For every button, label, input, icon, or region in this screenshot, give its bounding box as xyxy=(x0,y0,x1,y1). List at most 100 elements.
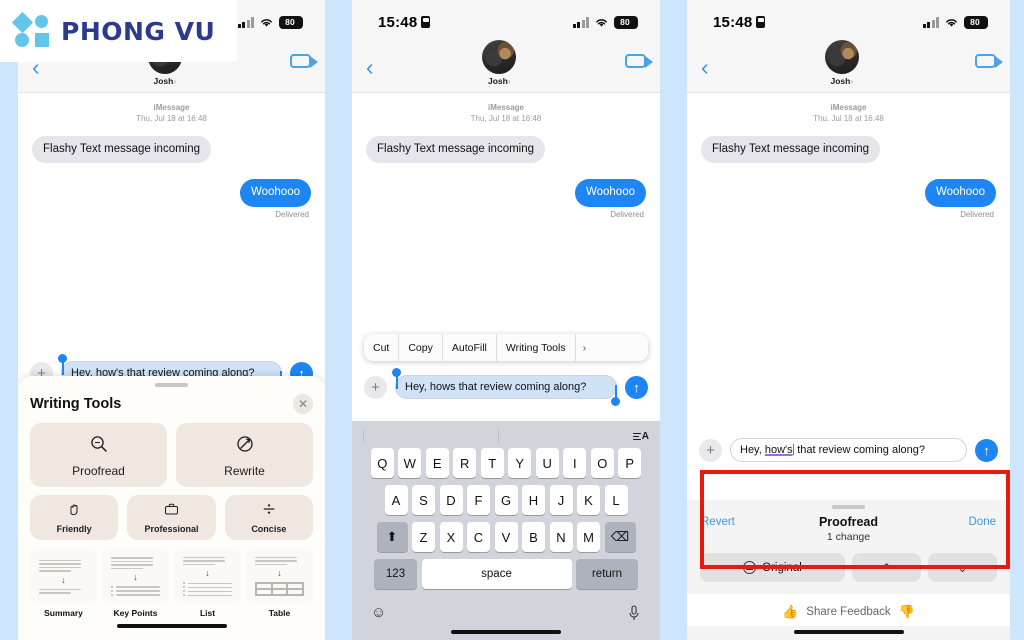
key-q[interactable]: Q xyxy=(370,448,394,478)
key-points-button[interactable]: ↓ Key Points xyxy=(102,548,169,618)
outgoing-bubble[interactable]: Woohooo xyxy=(574,179,646,208)
key-e[interactable]: E xyxy=(425,448,449,478)
incoming-bubble[interactable]: Flashy Text message incoming xyxy=(32,135,212,164)
send-button[interactable]: ↑ xyxy=(975,438,998,462)
proofread-suggestion-text[interactable]: how's xyxy=(765,444,793,456)
facetime-button[interactable] xyxy=(974,40,1003,68)
table-preview-icon: ↓ xyxy=(246,548,313,604)
writing-tools-tone-row: Friendly Professional Concise xyxy=(30,495,313,540)
outgoing-bubble[interactable]: Woohooo xyxy=(239,179,311,208)
keyboard-row-2: A S D F G H J K L xyxy=(355,485,657,515)
key-g[interactable]: G xyxy=(494,485,518,515)
key-s[interactable]: S xyxy=(412,485,435,515)
share-feedback-label: Share Feedback xyxy=(806,606,891,618)
summary-button[interactable]: ↓ Summary xyxy=(30,548,97,618)
key-i[interactable]: I xyxy=(563,448,587,478)
text-format-icon[interactable]: A xyxy=(632,431,649,442)
shift-key[interactable]: ⬆ xyxy=(376,522,408,552)
thumbs-down-icon[interactable]: 👎 xyxy=(899,604,915,620)
avatar[interactable] xyxy=(824,40,859,74)
attachment-plus-button[interactable]: + xyxy=(364,375,387,399)
key-x[interactable]: X xyxy=(439,522,463,552)
return-key[interactable]: return xyxy=(576,559,638,589)
key-d[interactable]: D xyxy=(439,485,463,515)
context-menu-autofill[interactable]: AutoFill xyxy=(443,334,497,361)
message-input[interactable]: Hey, hows that review coming along? xyxy=(392,368,620,406)
key-n[interactable]: N xyxy=(549,522,573,552)
professional-button[interactable]: Professional xyxy=(127,495,216,540)
facetime-button[interactable] xyxy=(624,40,653,68)
attachment-plus-button[interactable]: + xyxy=(699,438,722,462)
message-input[interactable]: Hey, how's that review coming along? xyxy=(730,438,967,462)
proofread-button[interactable]: Proofread xyxy=(30,423,167,487)
key-u[interactable]: U xyxy=(535,448,559,478)
key-f[interactable]: F xyxy=(467,485,490,515)
close-icon[interactable]: ✕ xyxy=(293,394,313,414)
thumbs-up-icon[interactable]: 👍 xyxy=(782,604,798,620)
sheet-grabber[interactable] xyxy=(832,505,865,509)
key-r[interactable]: R xyxy=(453,448,477,478)
original-toggle-button[interactable]: Original xyxy=(700,553,845,582)
recording-indicator-icon xyxy=(756,16,766,28)
key-t[interactable]: T xyxy=(480,448,504,478)
list-button[interactable]: ↓ List xyxy=(174,548,241,618)
key-z[interactable]: Z xyxy=(412,522,435,552)
selection-handle-start[interactable] xyxy=(392,368,401,389)
send-button[interactable]: ↑ xyxy=(625,375,648,399)
contact-header[interactable]: Josh› xyxy=(482,40,517,86)
next-change-button[interactable]: ⌄ xyxy=(927,553,998,582)
key-j[interactable]: J xyxy=(549,485,573,515)
contact-header[interactable]: Josh› xyxy=(824,40,859,86)
key-v[interactable]: V xyxy=(494,522,518,552)
video-camera-icon xyxy=(289,54,318,68)
previous-change-button[interactable]: ⌃ xyxy=(851,553,921,582)
proofread-change-count: 1 change xyxy=(826,531,871,543)
concise-button[interactable]: Concise xyxy=(224,495,313,540)
microphone-icon[interactable] xyxy=(627,604,641,622)
table-button[interactable]: ↓ Table xyxy=(246,548,313,618)
key-w[interactable]: W xyxy=(398,448,422,478)
incoming-bubble[interactable]: Flashy Text message incoming xyxy=(701,135,881,164)
sheet-grabber[interactable] xyxy=(155,383,188,387)
key-b[interactable]: B xyxy=(522,522,545,552)
context-menu-copy[interactable]: Copy xyxy=(399,334,443,361)
key-h[interactable]: H xyxy=(522,485,545,515)
outgoing-message-row: Woohooo Delivered xyxy=(366,179,646,219)
key-o[interactable]: O xyxy=(590,448,614,478)
key-p[interactable]: P xyxy=(618,448,642,478)
key-c[interactable]: C xyxy=(467,522,490,552)
status-time-label: 15:48 xyxy=(378,13,418,31)
backspace-key[interactable]: ⌫ xyxy=(604,522,636,552)
down-arrow-icon: ↓ xyxy=(61,574,66,585)
numbers-key[interactable]: 123 xyxy=(374,559,417,589)
space-key[interactable]: space xyxy=(421,559,572,589)
outgoing-bubble[interactable]: Woohooo xyxy=(924,179,996,208)
context-menu-writing-tools[interactable]: Writing Tools xyxy=(497,334,576,361)
context-menu-cut[interactable]: Cut xyxy=(364,334,400,361)
key-a[interactable]: A xyxy=(384,485,408,515)
onscreen-keyboard: A Q W E R T Y U I O P A S D F G H J K L … xyxy=(352,421,660,640)
friendly-button[interactable]: Friendly xyxy=(30,495,119,540)
keyboard-bottom-bar: ☺ xyxy=(355,596,657,630)
context-menu-more-icon[interactable]: › xyxy=(576,334,594,361)
facetime-button[interactable] xyxy=(289,40,318,68)
back-icon[interactable]: ‹ xyxy=(366,40,374,79)
incoming-bubble[interactable]: Flashy Text message incoming xyxy=(366,135,546,164)
emoji-icon[interactable]: ☺ xyxy=(371,604,386,621)
done-button[interactable]: Done xyxy=(878,516,997,528)
video-camera-icon xyxy=(624,54,653,68)
video-camera-icon xyxy=(974,54,1003,68)
revert-button[interactable]: Revert xyxy=(701,516,819,528)
proofread-label: Proofread xyxy=(72,464,125,478)
key-m[interactable]: M xyxy=(577,522,600,552)
selection-handle-end[interactable] xyxy=(611,385,620,406)
selection-handle-start[interactable] xyxy=(58,354,67,375)
message-meta: iMessage Thu, Jul 18 at 16:48 xyxy=(701,103,996,125)
key-y[interactable]: Y xyxy=(508,448,532,478)
key-k[interactable]: K xyxy=(577,485,600,515)
avatar[interactable] xyxy=(482,40,517,74)
key-l[interactable]: L xyxy=(604,485,628,515)
cellular-signal-icon xyxy=(572,16,589,28)
back-icon[interactable]: ‹ xyxy=(701,40,709,79)
rewrite-button[interactable]: Rewrite xyxy=(176,423,313,487)
